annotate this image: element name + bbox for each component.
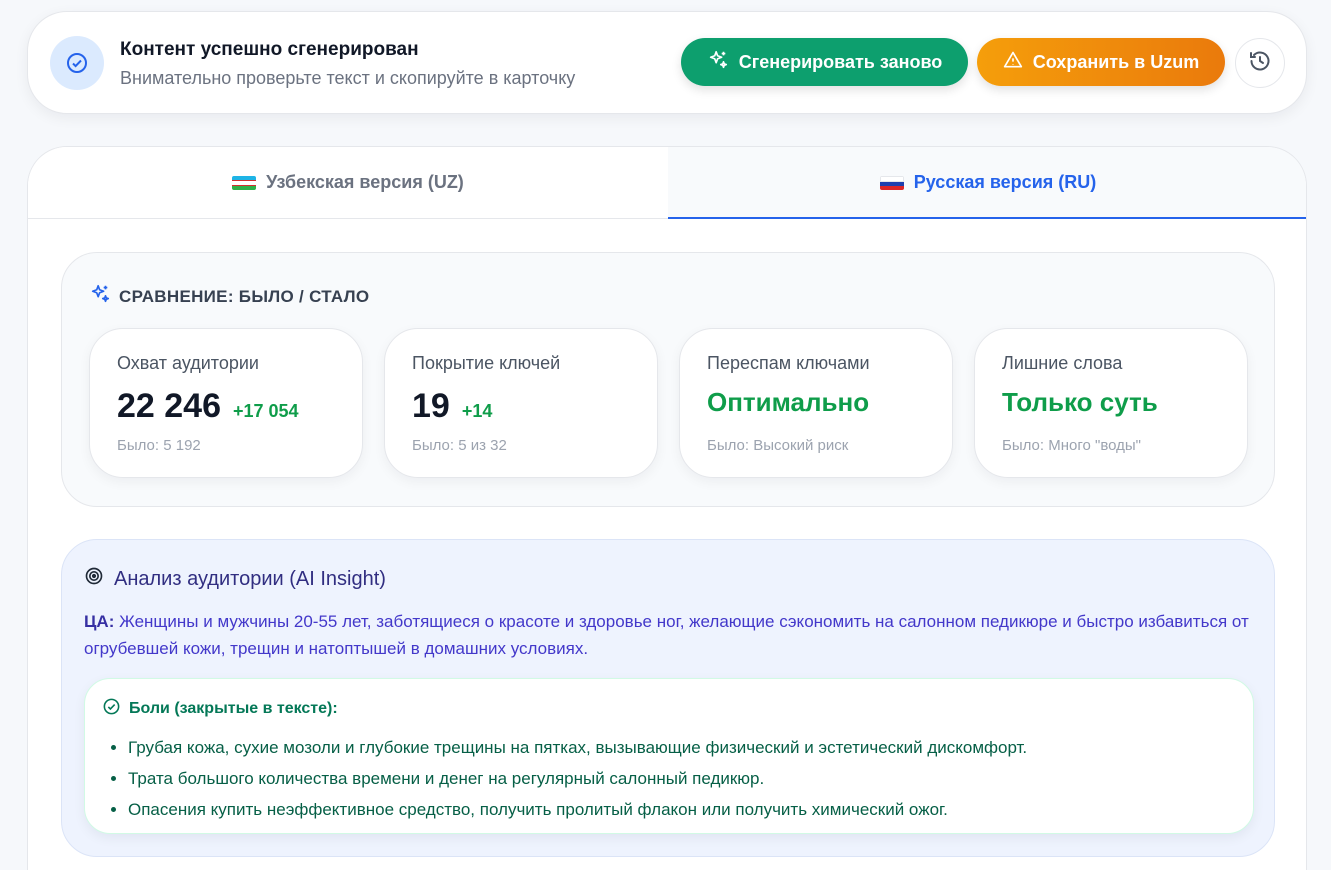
pains-header: Боли (закрытые в тексте): xyxy=(102,697,338,721)
audience-title: Анализ аудитории (AI Insight) xyxy=(114,567,386,590)
sparkles-icon xyxy=(89,283,111,310)
tab-ru-label: Русская версия (RU) xyxy=(913,172,1097,192)
metric-label: Переспам ключами xyxy=(707,353,870,373)
comparison-header: СРАВНЕНИЕ: БЫЛО / СТАЛО xyxy=(89,283,369,310)
metric-value: 22 246 xyxy=(117,387,221,425)
comparison-title: СРАВНЕНИЕ: БЫЛО / СТАЛО xyxy=(119,286,370,306)
target-audience-text: ЦА: Женщины и мужчины 20-55 лет, заботящ… xyxy=(84,608,1259,662)
uz-flag-icon xyxy=(232,175,257,190)
metric-card-overspam: Переспам ключами Оптимально Было: Высоки… xyxy=(679,328,953,478)
language-tabs: Узбекская версия (UZ) Русская версия (RU… xyxy=(28,147,1306,219)
metric-value: 19 xyxy=(412,387,450,425)
metric-value: Только суть xyxy=(1002,387,1158,417)
status-subtitle: Внимательно проверьте текст и скопируйте… xyxy=(120,68,576,88)
save-label: Сохранить в Uzum xyxy=(1032,51,1200,72)
metric-card-reach: Охват аудитории 22 246 +17 054 Было: 5 1… xyxy=(89,328,363,478)
audience-analysis-section: Анализ аудитории (AI Insight) ЦА: Женщин… xyxy=(61,539,1275,857)
metric-value: Оптимально xyxy=(707,387,870,417)
ta-description: Женщины и мужчины 20-55 лет, заботящиеся… xyxy=(84,612,1249,658)
metric-delta: +17 054 xyxy=(233,401,299,421)
content-card: Узбекская версия (UZ) Русская версия (RU… xyxy=(27,146,1307,870)
metric-card-keywords: Покрытие ключей 19 +14 Было: 5 из 32 xyxy=(384,328,658,478)
ru-flag-icon xyxy=(879,175,904,190)
status-title: Контент успешно сгенерирован xyxy=(120,39,419,60)
history-button[interactable] xyxy=(1235,38,1285,88)
list-item: Опасения купить неэффективное средство, … xyxy=(128,794,1027,825)
list-item: Трата большого количества времени и дене… xyxy=(128,763,1027,794)
pains-card: Боли (закрытые в тексте): Грубая кожа, с… xyxy=(84,678,1254,834)
comparison-section: СРАВНЕНИЕ: БЫЛО / СТАЛО Охват аудитории … xyxy=(61,252,1275,507)
metric-before: Было: 5 192 xyxy=(117,437,201,454)
metric-card-extra-words: Лишние слова Только суть Было: Много "во… xyxy=(974,328,1248,478)
pains-title: Боли (закрытые в тексте): xyxy=(129,700,338,717)
sparkles-icon xyxy=(707,49,729,76)
warning-icon xyxy=(1003,50,1023,75)
metric-delta: +14 xyxy=(461,401,493,421)
tab-uz-label: Узбекская версия (UZ) xyxy=(266,172,464,192)
tab-uz[interactable]: Узбекская версия (UZ) xyxy=(28,147,668,218)
pains-list: Грубая кожа, сухие мозоли и глубокие тре… xyxy=(128,732,1027,825)
check-circle-icon xyxy=(50,36,104,90)
check-circle-icon xyxy=(102,697,121,721)
metric-before: Было: Высокий риск xyxy=(707,437,849,454)
ta-label: ЦА: xyxy=(84,612,115,631)
audience-header: Анализ аудитории (AI Insight) xyxy=(84,566,386,592)
regenerate-button[interactable]: Сгенерировать заново xyxy=(681,38,968,86)
target-icon xyxy=(84,566,104,592)
metric-before: Было: Много "воды" xyxy=(1002,437,1141,454)
metric-label: Покрытие ключей xyxy=(412,353,561,373)
status-bar: Контент успешно сгенерирован Внимательно… xyxy=(27,11,1307,114)
metric-label: Охват аудитории xyxy=(117,353,259,373)
list-item: Грубая кожа, сухие мозоли и глубокие тре… xyxy=(128,732,1027,763)
save-to-uzum-button[interactable]: Сохранить в Uzum xyxy=(977,38,1225,86)
history-icon xyxy=(1248,49,1272,78)
metric-before: Было: 5 из 32 xyxy=(412,437,507,454)
regenerate-label: Сгенерировать заново xyxy=(738,51,943,72)
tab-ru[interactable]: Русская версия (RU) xyxy=(668,147,1306,219)
metric-label: Лишние слова xyxy=(1002,353,1123,373)
